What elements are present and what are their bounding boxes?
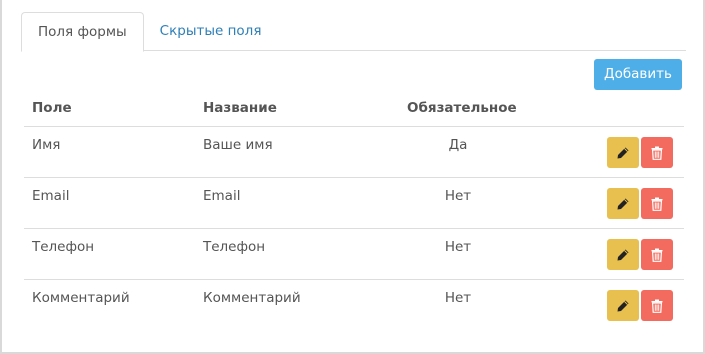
delete-button[interactable] [641, 290, 673, 321]
header-required: Обязательное [407, 100, 517, 116]
cell-required: Нет [444, 290, 472, 306]
cell-field: Email [32, 188, 70, 204]
tab-bar: Поля формы Скрытые поля [21, 12, 686, 52]
delete-button[interactable] [641, 188, 673, 219]
tab-hidden-fields[interactable]: Скрытые поля [144, 12, 278, 51]
pencil-icon [617, 198, 629, 209]
cell-field: Телефон [32, 239, 95, 255]
pencil-icon [617, 300, 629, 311]
pencil-icon [617, 147, 629, 158]
pencil-icon [617, 249, 629, 260]
table-row: Телефон Телефон Нет [24, 229, 684, 280]
edit-button[interactable] [607, 188, 639, 219]
cell-field: Комментарий [32, 290, 130, 306]
delete-button[interactable] [641, 137, 673, 168]
delete-button[interactable] [641, 239, 673, 270]
edit-button[interactable] [607, 137, 639, 168]
add-button[interactable]: Добавить [594, 59, 682, 90]
edit-button[interactable] [607, 290, 639, 321]
trash-icon [651, 146, 663, 160]
trash-icon [651, 197, 663, 211]
cell-name: Комментарий [203, 290, 301, 306]
table-row: Email Email Нет [24, 178, 684, 229]
cell-name: Email [203, 188, 241, 204]
table-row: Имя Ваше имя Да [24, 127, 684, 178]
cell-required: Нет [444, 188, 472, 204]
cell-required: Да [448, 137, 468, 153]
cell-required: Нет [444, 239, 472, 255]
edit-button[interactable] [607, 239, 639, 270]
tab-form-fields[interactable]: Поля формы [21, 12, 144, 52]
cell-field: Имя [32, 137, 61, 153]
table-header: Поле Название Обязательное [24, 90, 684, 127]
cell-name: Телефон [203, 239, 266, 255]
trash-icon [651, 299, 663, 313]
cell-name: Ваше имя [203, 137, 273, 153]
table-row: Комментарий Комментарий Нет [24, 280, 684, 331]
header-name: Название [203, 100, 277, 116]
trash-icon [651, 248, 663, 262]
fields-table: Поле Название Обязательное Имя Ваше имя … [24, 90, 684, 331]
header-field: Поле [32, 100, 72, 116]
